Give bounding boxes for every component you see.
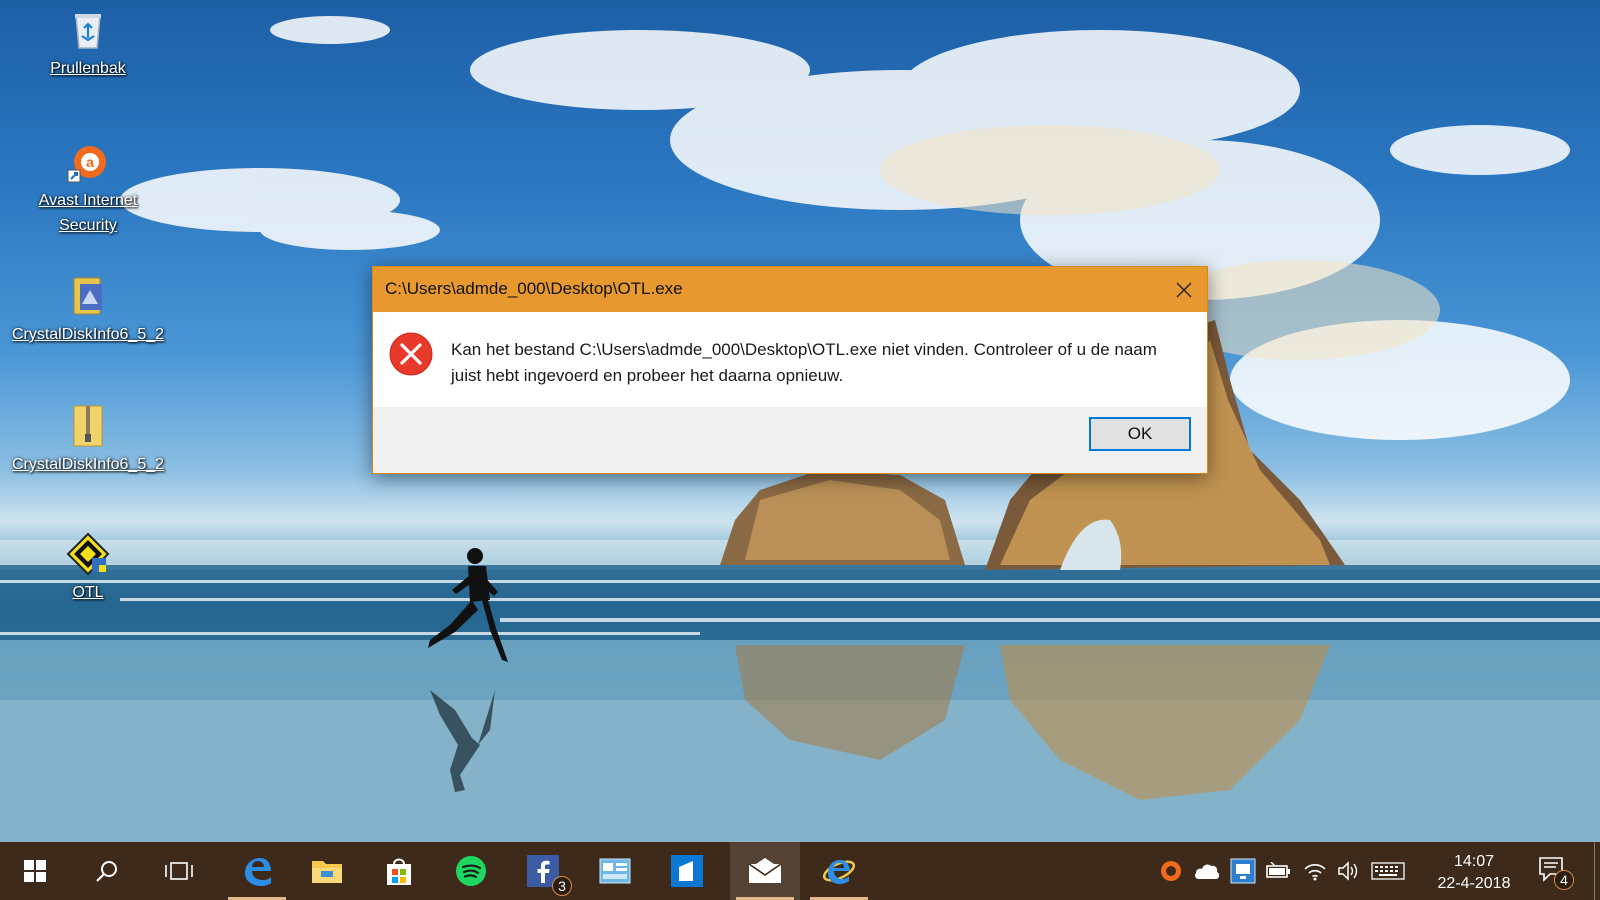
taskbar-app-tile[interactable] bbox=[652, 842, 722, 900]
dialog-title: C:\Users\admde_000\Desktop\OTL.exe bbox=[385, 279, 683, 298]
desktop-icon-label: CrystalDiskInfo6_5_2 bbox=[11, 456, 165, 473]
search-icon bbox=[96, 861, 117, 882]
desktop-icon-label: OTL bbox=[72, 584, 104, 601]
clock-date: 22-4-2018 bbox=[1437, 875, 1511, 892]
task-view-icon bbox=[165, 862, 193, 880]
mail-icon bbox=[748, 858, 782, 883]
taskbar: 3 14:07 22-4-2018 4 bbox=[0, 842, 1600, 900]
spotify-icon bbox=[456, 856, 486, 886]
taskbar-app-spotify[interactable] bbox=[436, 842, 506, 900]
desktop-icon-otl[interactable]: OTL bbox=[2, 532, 174, 605]
taskbar-app-control-panel[interactable] bbox=[580, 842, 650, 900]
svg-text:a: a bbox=[86, 154, 94, 170]
store-icon bbox=[387, 858, 411, 885]
crystaldiskinfo-icon bbox=[66, 274, 110, 318]
action-center-button[interactable]: 4 bbox=[1536, 854, 1574, 890]
edge-icon bbox=[245, 858, 271, 886]
dialog-message: Kan het bestand C:\Users\admde_000\Deskt… bbox=[451, 340, 1157, 385]
keyboard-icon[interactable] bbox=[1370, 856, 1406, 886]
internet-explorer-icon bbox=[822, 860, 856, 884]
zip-folder-icon bbox=[66, 404, 110, 448]
taskbar-clock[interactable]: 14:07 22-4-2018 bbox=[1412, 851, 1536, 895]
dialog-body: Kan het bestand C:\Users\admde_000\Deskt… bbox=[373, 312, 1207, 407]
taskbar-app-mail[interactable] bbox=[730, 842, 800, 900]
facebook-notification-badge: 3 bbox=[552, 876, 572, 896]
taskbar-app-store[interactable] bbox=[364, 842, 434, 900]
clock-time: 14:07 bbox=[1453, 853, 1495, 870]
otl-icon bbox=[66, 532, 110, 576]
desktop-icon-avast[interactable]: a Avast Internet Security bbox=[2, 140, 174, 238]
recycle-bin-icon bbox=[66, 8, 110, 52]
search-button[interactable] bbox=[72, 842, 142, 900]
desktop-icon-crystaldiskinfo-zip[interactable]: CrystalDiskInfo6_5_2 bbox=[2, 404, 174, 477]
file-explorer-icon bbox=[312, 861, 342, 883]
taskbar-app-file-explorer[interactable] bbox=[292, 842, 362, 900]
close-button[interactable] bbox=[1161, 267, 1207, 312]
taskbar-app-internet-explorer[interactable] bbox=[804, 842, 874, 900]
network-app-icon[interactable] bbox=[1228, 856, 1258, 886]
desktop-icon-label: CrystalDiskInfo6_5_2 bbox=[11, 326, 165, 343]
task-view-button[interactable] bbox=[144, 842, 214, 900]
show-desktop-button[interactable] bbox=[1594, 842, 1600, 900]
error-dialog: C:\Users\admde_000\Desktop\OTL.exe Kan h… bbox=[372, 266, 1208, 474]
windows-icon bbox=[24, 860, 46, 882]
desktop-icon-recycle-bin[interactable]: Prullenbak bbox=[2, 8, 174, 81]
app-tile-icon bbox=[671, 855, 703, 887]
dialog-titlebar[interactable]: C:\Users\admde_000\Desktop\OTL.exe bbox=[373, 267, 1207, 312]
onedrive-icon[interactable] bbox=[1192, 856, 1222, 886]
close-icon bbox=[1176, 282, 1192, 297]
start-button[interactable] bbox=[0, 842, 70, 900]
error-x-icon bbox=[389, 332, 433, 376]
taskbar-app-edge[interactable] bbox=[222, 842, 292, 900]
notification-count-badge: 4 bbox=[1554, 870, 1574, 890]
battery-icon[interactable] bbox=[1264, 856, 1294, 886]
volume-icon[interactable] bbox=[1334, 856, 1364, 886]
taskbar-app-facebook[interactable]: 3 bbox=[508, 842, 578, 900]
desktop-icon-label: Prullenbak bbox=[50, 60, 126, 77]
ok-button[interactable]: OK bbox=[1089, 417, 1191, 451]
avast-tray-icon[interactable] bbox=[1156, 856, 1186, 886]
desktop-icon-label: Avast Internet Security bbox=[38, 192, 138, 234]
wifi-icon[interactable] bbox=[1300, 856, 1330, 886]
control-panel-icon bbox=[599, 858, 631, 884]
avast-icon: a bbox=[66, 140, 110, 184]
desktop-icon-crystaldiskinfo-app[interactable]: CrystalDiskInfo6_5_2 bbox=[2, 274, 174, 347]
